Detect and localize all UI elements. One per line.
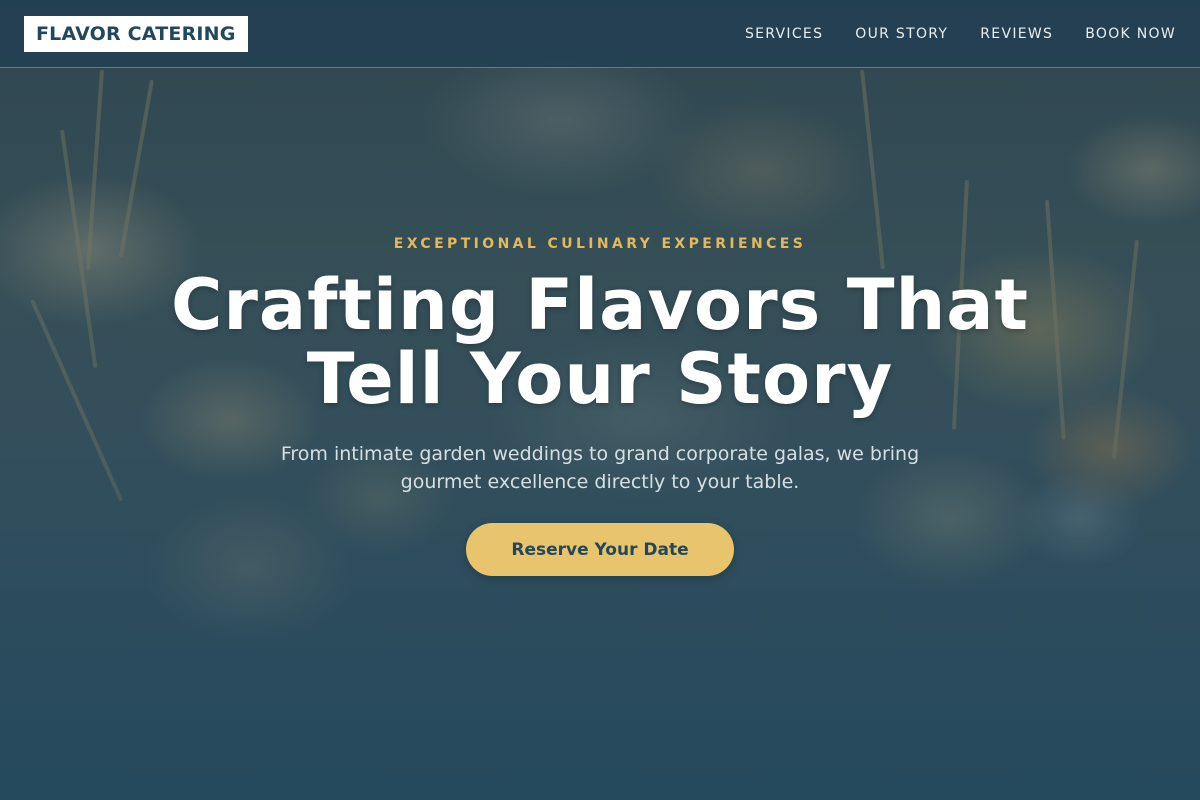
hero-headline-line-2: Tell Your Story xyxy=(306,338,894,420)
reserve-date-button[interactable]: Reserve Your Date xyxy=(466,523,734,576)
hero-subtext: From intimate garden weddings to grand c… xyxy=(280,443,920,493)
hero-section: EXCEPTIONAL CULINARY EXPERIENCES Craftin… xyxy=(0,0,1200,800)
landing-page: FLAVOR CATERING SERVICES OUR STORY REVIE… xyxy=(0,0,1200,800)
hero-headline: Crafting Flavors That Tell Your Story xyxy=(100,268,1100,416)
hero-eyebrow: EXCEPTIONAL CULINARY EXPERIENCES xyxy=(393,236,807,252)
hero-headline-line-1: Crafting Flavors That xyxy=(171,264,1029,346)
